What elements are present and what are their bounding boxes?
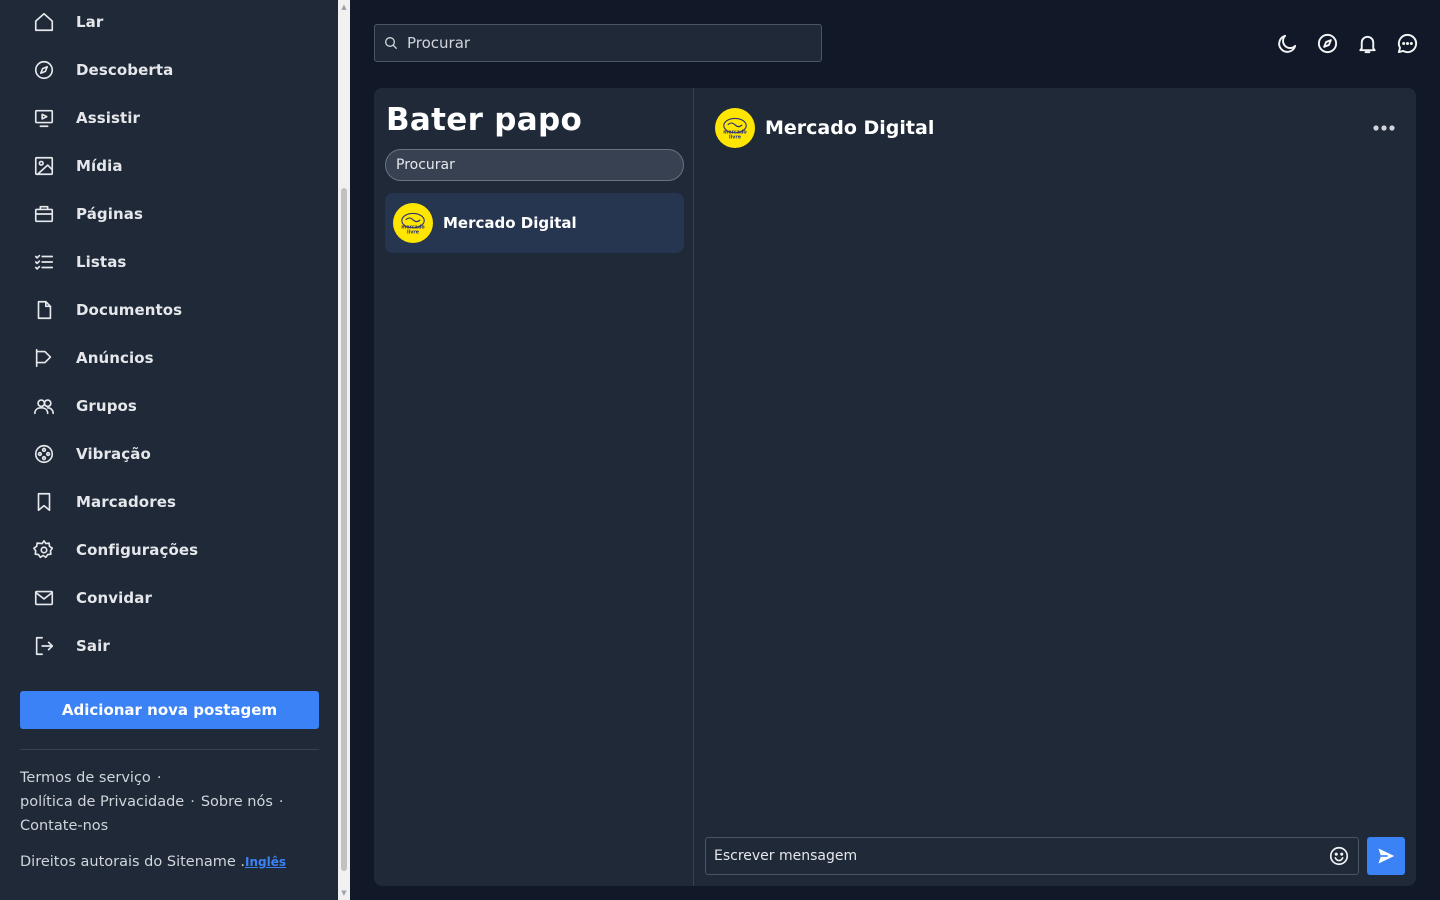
sidebar-item-label: Assistir <box>76 109 141 127</box>
add-post-button[interactable]: Adicionar nova postagem <box>20 691 319 729</box>
film-reel-icon <box>20 434 68 474</box>
top-search-box[interactable] <box>374 24 822 62</box>
sidebar-item-home[interactable]: Lar <box>20 2 320 42</box>
sidebar-item-invite[interactable]: Convidar <box>20 578 320 618</box>
sidebar-item-groups[interactable]: Grupos <box>20 386 320 426</box>
sidebar-item-label: Descoberta <box>76 61 174 79</box>
sidebar-item-label: Anúncios <box>76 349 154 367</box>
scroll-down-arrow-icon[interactable]: ▼ <box>338 886 350 900</box>
sidebar-item-bookmarks[interactable]: Marcadores <box>20 482 320 522</box>
sidebar-item-label: Mídia <box>76 157 123 175</box>
sidebar-item-label: Páginas <box>76 205 144 223</box>
moon-icon[interactable] <box>1274 28 1300 58</box>
chat-window: mercado livre Mercado Digital <box>695 88 1416 886</box>
sidebar-scrollbar[interactable]: ▲ ▼ <box>338 0 350 900</box>
search-icon <box>385 37 398 50</box>
avatar[interactable]: mercado livre <box>715 108 755 148</box>
sidebar-item-settings[interactable]: Configurações <box>20 530 320 570</box>
sidebar-item-label: Sair <box>76 637 110 655</box>
checklist-icon <box>20 242 68 282</box>
header-actions <box>1274 28 1420 58</box>
chat-panel: Bater papo mercado livre Mercado Digital… <box>374 88 1416 886</box>
image-icon <box>20 146 68 186</box>
sidebar-item-vibration[interactable]: Vibração <box>20 434 320 474</box>
language-link[interactable]: Inglês <box>245 855 286 869</box>
sidebar-item-discovery[interactable]: Descoberta <box>20 50 320 90</box>
sidebar-item-documents[interactable]: Documentos <box>20 290 320 330</box>
megaphone-icon <box>20 338 68 378</box>
emoji-icon[interactable] <box>1328 845 1350 867</box>
svg-text:livre: livre <box>407 229 420 235</box>
terms-link[interactable]: Termos de serviço <box>20 770 151 786</box>
sidebar-item-label: Listas <box>76 253 127 271</box>
avatar: mercado livre <box>393 203 433 243</box>
top-search-input[interactable] <box>407 34 807 52</box>
more-options-icon[interactable] <box>1372 120 1396 136</box>
chat-icon[interactable] <box>1394 28 1420 58</box>
bookmark-icon <box>20 482 68 522</box>
logout-icon <box>20 626 68 666</box>
mail-icon <box>20 578 68 618</box>
sidebar: Lar Descoberta Assistir Mídia Páginas Li… <box>0 0 338 900</box>
sidebar-item-label: Documentos <box>76 301 183 319</box>
sidebar-item-watch[interactable]: Assistir <box>20 98 320 138</box>
mercado-livre-logo-icon: mercado livre <box>723 117 747 140</box>
sidebar-item-logout[interactable]: Sair <box>20 626 320 666</box>
sidebar-item-label: Convidar <box>76 589 152 607</box>
document-icon <box>20 290 68 330</box>
compass-icon[interactable] <box>1314 28 1340 58</box>
sidebar-item-label: Marcadores <box>76 493 177 511</box>
sidebar-item-label: Lar <box>76 13 104 31</box>
gear-icon <box>20 530 68 570</box>
users-icon <box>20 386 68 426</box>
message-input[interactable] <box>714 848 1314 864</box>
sidebar-item-label: Grupos <box>76 397 137 415</box>
sidebar-footer: Termos de serviço · política de Privacida… <box>20 770 284 834</box>
compass-icon <box>20 50 68 90</box>
home-icon <box>20 2 68 42</box>
briefcase-icon <box>20 194 68 234</box>
svg-text:livre: livre <box>729 134 742 140</box>
play-screen-icon <box>20 98 68 138</box>
contact-link[interactable]: Contate-nos <box>20 818 108 834</box>
sidebar-item-lists[interactable]: Listas <box>20 242 320 282</box>
chat-contact-name[interactable]: Mercado Digital <box>765 117 934 139</box>
sidebar-item-pages[interactable]: Páginas <box>20 194 320 234</box>
sidebar-item-ads[interactable]: Anúncios <box>20 338 320 378</box>
sidebar-item-media[interactable]: Mídia <box>20 146 320 186</box>
chat-header: mercado livre Mercado Digital <box>715 108 934 148</box>
page-title: Bater papo <box>386 102 583 138</box>
conversation-name: Mercado Digital <box>443 214 577 232</box>
send-icon <box>1378 848 1395 864</box>
sidebar-item-label: Configurações <box>76 541 199 559</box>
copyright: Direitos autorais do Sitename .Inglês <box>20 854 287 870</box>
chat-search-input[interactable] <box>385 149 684 181</box>
mercado-livre-logo-icon: mercado livre <box>401 212 425 235</box>
message-composer[interactable] <box>705 837 1359 875</box>
scroll-up-arrow-icon[interactable]: ▲ <box>338 0 350 14</box>
about-link[interactable]: Sobre nós <box>201 794 273 810</box>
privacy-link[interactable]: política de Privacidade <box>20 794 184 810</box>
sidebar-item-label: Vibração <box>76 445 151 463</box>
conversation-list: Bater papo mercado livre Mercado Digital <box>374 88 694 886</box>
sidebar-divider <box>20 749 319 750</box>
scroll-thumb[interactable] <box>341 188 347 871</box>
conversation-item[interactable]: mercado livre Mercado Digital <box>385 193 684 253</box>
send-button[interactable] <box>1367 837 1405 875</box>
bell-icon[interactable] <box>1354 28 1380 58</box>
